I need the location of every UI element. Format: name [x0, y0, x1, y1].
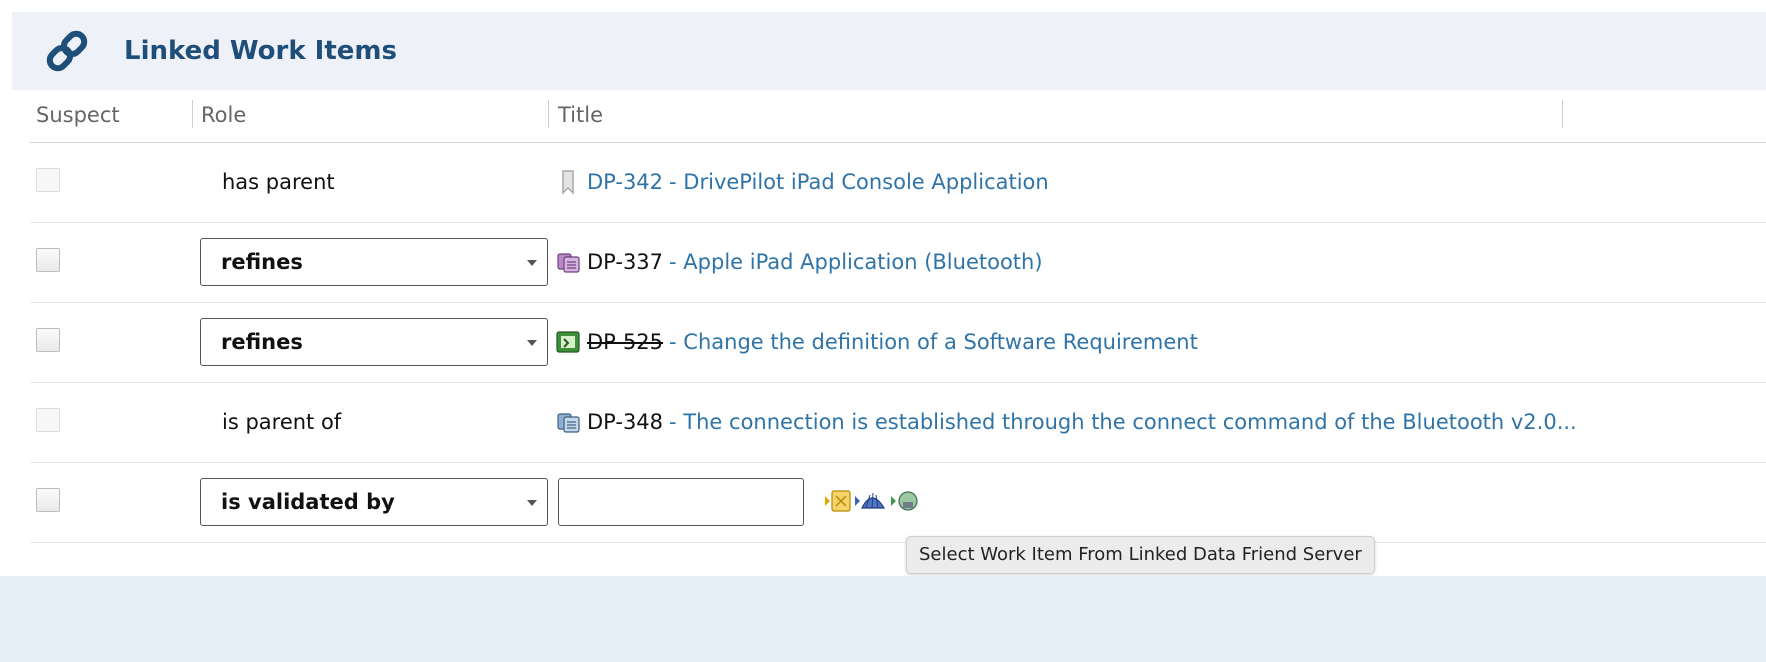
- column-header-role[interactable]: Role: [201, 100, 246, 130]
- suspect-checkbox[interactable]: [36, 248, 60, 272]
- work-item-title[interactable]: - The connection is established through …: [669, 410, 1577, 434]
- next-section-bar: [0, 576, 1766, 662]
- work-item-id[interactable]: DP-342: [587, 170, 663, 194]
- role-dropdown[interactable]: is validated by: [200, 478, 548, 526]
- work-item-link[interactable]: DP-525 - Change the definition of a Soft…: [555, 327, 1198, 357]
- work-item-link[interactable]: DP-342 - DrivePilot iPad Console Applica…: [555, 167, 1049, 197]
- tooltip: Select Work Item From Linked Data Friend…: [906, 536, 1375, 574]
- panel-title: Linked Work Items: [124, 36, 397, 66]
- column-divider[interactable]: [1562, 100, 1563, 128]
- table-row: refines DP-337 - Apple iPad Application …: [30, 222, 1766, 303]
- bookmark-icon: [562, 170, 574, 195]
- work-item-id[interactable]: DP-348: [587, 410, 663, 434]
- table-row: is parent of DP-348 - The connection is …: [30, 382, 1766, 463]
- chevron-down-icon: [527, 500, 537, 506]
- change-request-icon: [556, 331, 580, 353]
- work-item-title[interactable]: - DrivePilot iPad Console Application: [669, 170, 1049, 194]
- work-item-picker-icons: [824, 488, 920, 514]
- requirement-stack-icon: [557, 253, 580, 273]
- column-headers: Suspect Role Title: [30, 100, 1766, 143]
- work-item-id[interactable]: DP-337: [587, 250, 663, 274]
- work-item-id[interactable]: DP-525: [587, 330, 663, 354]
- table-row: refines DP-525 - Change the definition o…: [30, 302, 1766, 383]
- role-label: has parent: [222, 170, 335, 194]
- panel-header: Linked Work Items: [12, 12, 1766, 90]
- column-header-suspect[interactable]: Suspect: [36, 100, 120, 130]
- suspect-checkbox[interactable]: [36, 488, 60, 512]
- work-item-link[interactable]: DP-348 - The connection is established t…: [555, 407, 1577, 437]
- role-dropdown-value: refines: [221, 330, 303, 354]
- select-work-item-icon[interactable]: [824, 488, 854, 514]
- suspect-checkbox[interactable]: [36, 328, 60, 352]
- linked-data-server-icon[interactable]: [890, 488, 920, 514]
- role-dropdown-value: is validated by: [221, 490, 395, 514]
- suspect-checkbox: [36, 168, 60, 192]
- work-item-search-input[interactable]: [558, 478, 804, 526]
- link-icon: [46, 30, 88, 72]
- column-divider[interactable]: [548, 100, 549, 128]
- role-label: is parent of: [222, 410, 342, 434]
- select-from-document-icon[interactable]: [854, 488, 890, 514]
- column-header-title[interactable]: Title: [558, 100, 603, 130]
- column-divider[interactable]: [192, 100, 193, 128]
- chevron-down-icon: [527, 260, 537, 266]
- work-item-title[interactable]: - Apple iPad Application (Bluetooth): [669, 250, 1042, 274]
- new-link-row: is validated by: [30, 462, 1766, 543]
- chevron-down-icon: [527, 340, 537, 346]
- requirement-stack-icon: [557, 413, 580, 433]
- table-row: has parent DP-342 - DrivePilot iPad Cons…: [30, 142, 1766, 223]
- role-dropdown[interactable]: refines: [200, 318, 548, 366]
- suspect-checkbox: [36, 408, 60, 432]
- role-dropdown-value: refines: [221, 250, 303, 274]
- work-item-link[interactable]: DP-337 - Apple iPad Application (Bluetoo…: [555, 247, 1043, 277]
- work-item-title[interactable]: - Change the definition of a Software Re…: [669, 330, 1198, 354]
- role-dropdown[interactable]: refines: [200, 238, 548, 286]
